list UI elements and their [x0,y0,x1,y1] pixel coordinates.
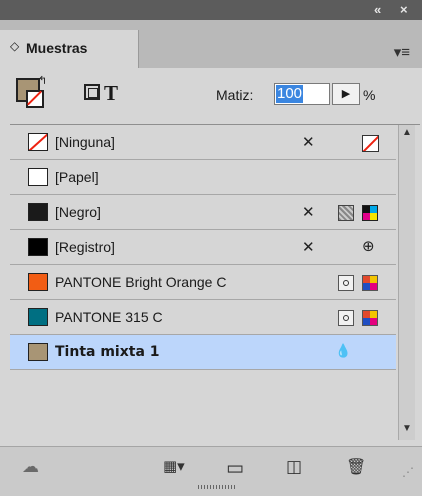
swap-arrow-icon[interactable]: ↰ [38,74,47,87]
cmyk-swatch-icon [362,205,378,221]
orange-swatch-chip [28,273,48,291]
swatch-row[interactable]: [Negro] ✕ [10,195,396,230]
stroke-swatch-icon[interactable] [26,90,44,108]
swatch-name: [Negro] [55,204,101,220]
swatch-view-icon[interactable]: ▦▾ [163,457,185,475]
container-format-icon[interactable] [84,84,100,100]
tab-label: Muestras [26,40,88,56]
registration-icon: ⊕ [362,238,375,255]
process-color-icon [362,275,378,291]
swatch-row[interactable]: PANTONE Bright Orange C [10,265,396,300]
paper-swatch-chip [28,168,48,186]
tab-chevron-icon: ◇ [10,39,20,53]
gray-swatch-icon [338,205,354,221]
cloud-library-icon[interactable]: ☁ [22,457,39,477]
fill-stroke-icon[interactable]: ↰ [16,75,47,110]
new-swatch-icon[interactable]: ◫ [286,457,302,477]
black-swatch-chip [28,203,48,221]
panel-bottom-bar: ☁ ▦▾ ▭ ◫ 🗑 ⋰ [0,446,422,496]
swatch-list: [Ninguna] ✕ [Papel] [Negro] ✕ [Registro]… [10,124,420,447]
resize-grip-icon[interactable]: ⋰ [402,465,414,479]
swatch-name: Tinta mixta 1 [55,344,160,360]
new-color-group-icon[interactable]: ▭ [226,457,244,480]
swatch-row-selected[interactable]: Tinta mixta 1 💧 [10,335,396,370]
mixed-ink-icon: 💧 [335,343,352,358]
tint-unit: % [363,87,376,103]
no-edit-icon: ✕ [302,239,315,256]
swatch-name: [Registro] [55,239,115,255]
process-color-icon [362,310,378,326]
teal-swatch-chip [28,308,48,326]
tint-label: Matiz: [216,87,254,103]
panel-titlebar: « × [0,0,422,20]
tint-value: 100 [276,85,304,103]
spot-color-icon [338,275,354,291]
mixed-ink-swatch-chip [28,343,48,361]
scrollbar[interactable]: ▲ ▼ [398,125,415,440]
swatch-row[interactable]: [Registro] ✕ ⊕ [10,230,396,265]
swatch-name: [Ninguna] [55,134,115,150]
close-icon[interactable]: × [400,2,408,17]
tint-slider-button[interactable]: ▶ [332,83,360,105]
scroll-down-icon[interactable]: ▼ [399,423,415,437]
swatch-row[interactable]: [Ninguna] ✕ [10,125,396,160]
swatch-name: [Papel] [55,169,99,185]
none-swatch-icon [362,135,379,152]
registration-swatch-chip [28,238,48,256]
swatch-row[interactable]: [Papel] [10,160,396,195]
spot-color-icon [338,310,354,326]
panel-menu-icon[interactable]: ▾≡ [394,43,410,61]
swatch-row[interactable]: PANTONE 315 C [10,300,396,335]
none-swatch-chip [28,133,48,151]
collapse-icon[interactable]: « [374,2,381,17]
tab-muestras[interactable]: ◇ Muestras [0,30,139,68]
tint-input[interactable]: 100 [274,83,330,105]
swatch-name: PANTONE 315 C [55,309,163,325]
delete-swatch-icon[interactable]: 🗑 [346,457,366,477]
scroll-up-icon[interactable]: ▲ [399,127,415,141]
no-edit-icon: ✕ [302,134,315,151]
swatch-name: PANTONE Bright Orange C [55,274,227,290]
no-edit-icon: ✕ [302,204,315,221]
text-format-icon[interactable]: T [104,81,118,106]
panel-drag-handle[interactable] [198,485,236,489]
